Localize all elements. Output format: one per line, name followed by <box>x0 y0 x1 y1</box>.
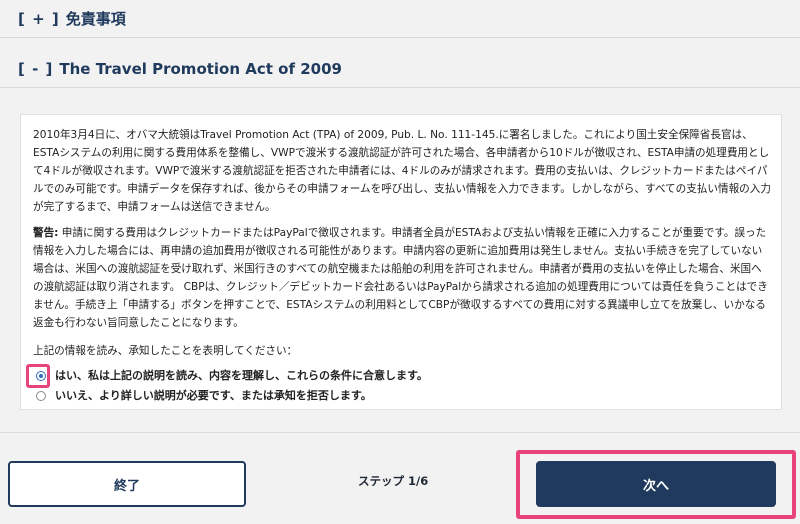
consent-prompt: 上記の情報を読み、承知したことを表明してください： <box>33 345 298 357</box>
warning-paragraph: 警告: 申請に関する費用はクレジットカードまたはPayPalで徴収されます。申請… <box>33 224 771 332</box>
tpa-section-header[interactable]: [ - ] The Travel Promotion Act of 2009 <box>0 50 800 88</box>
tpa-title: The Travel Promotion Act of 2009 <box>59 59 342 78</box>
footer-divider <box>0 432 800 433</box>
warning-text: 申請に関する費用はクレジットカードまたはPayPalで徴収されます。申請者全員が… <box>33 227 768 329</box>
collapse-toggle-icon[interactable]: [ - ] <box>18 60 53 78</box>
consent-option-yes[interactable]: はい、私は上記の説明を読み、内容を理解し、これらの条件に合意します。 <box>26 364 771 388</box>
warning-label: 警告: <box>33 227 59 239</box>
expand-toggle-icon[interactable]: [ + ] <box>18 10 60 28</box>
fee-explanation-paragraph: 2010年3月4日に、オバマ大統領はTravel Promotion Act (… <box>33 129 771 213</box>
next-button[interactable]: 次へ <box>536 461 776 507</box>
radio-no[interactable] <box>36 391 46 401</box>
radio-yes[interactable] <box>36 371 46 381</box>
option-no-label[interactable]: いいえ、より詳しい説明が必要です、または承知を拒否します。 <box>55 387 372 405</box>
exit-button[interactable]: 終了 <box>8 461 246 507</box>
disclaimer-section-header[interactable]: [ + ] 免責事項 <box>0 0 800 38</box>
consent-option-no[interactable]: いいえ、より詳しい説明が必要です、または承知を拒否します。 <box>33 386 771 406</box>
tpa-content-panel: 2010年3月4日に、オバマ大統領はTravel Promotion Act (… <box>20 114 782 410</box>
option-yes-label[interactable]: はい、私は上記の説明を読み、内容を理解し、これらの条件に合意します。 <box>55 367 428 385</box>
step-indicator: ステップ 1/6 <box>358 474 429 488</box>
disclaimer-title: 免責事項 <box>65 10 126 28</box>
